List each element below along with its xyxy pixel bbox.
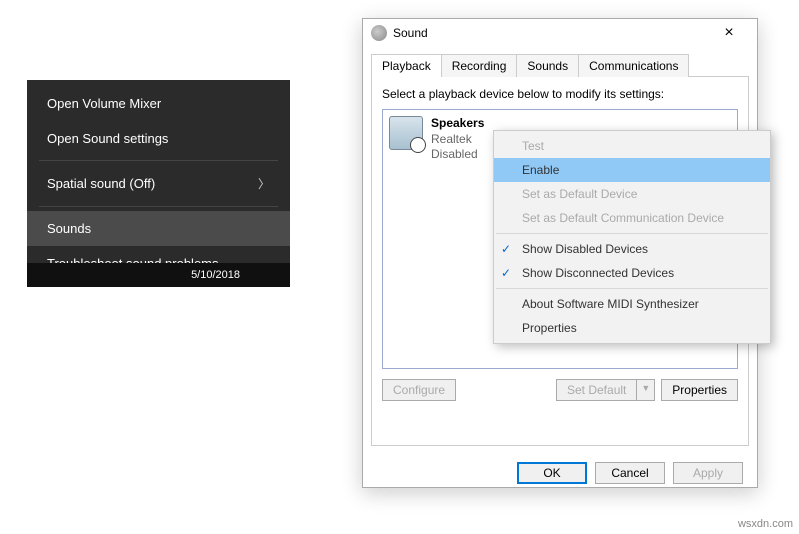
chevron-down-icon[interactable]: ▼: [637, 379, 655, 401]
check-icon: ✓: [501, 242, 511, 256]
ctx-open-volume-mixer[interactable]: Open Volume Mixer: [27, 86, 290, 121]
watermark: wsxdn.com: [738, 518, 793, 530]
menu-set-default-comm[interactable]: Set as Default Communication Device: [494, 206, 770, 230]
tab-playback[interactable]: Playback: [371, 54, 442, 77]
device-name: Speakers: [431, 116, 484, 132]
ok-button[interactable]: OK: [517, 462, 587, 484]
cancel-button[interactable]: Cancel: [595, 462, 665, 484]
taskbar-fragment: 5/10/2018: [27, 263, 290, 287]
configure-button[interactable]: Configure: [382, 379, 456, 401]
chevron-right-icon: 〉: [258, 175, 270, 192]
device-text: Speakers Realtek Disabled: [431, 116, 484, 163]
ctx-open-sound-settings[interactable]: Open Sound settings: [27, 121, 290, 156]
device-status: Disabled: [431, 147, 484, 163]
apply-button[interactable]: Apply: [673, 462, 743, 484]
separator: [39, 206, 278, 207]
check-icon: ✓: [501, 266, 511, 280]
menu-properties[interactable]: Properties: [494, 316, 770, 340]
ctx-spatial-sound[interactable]: Spatial sound (Off) 〉: [27, 165, 290, 202]
titlebar: Sound ×: [363, 19, 757, 47]
separator: [39, 160, 278, 161]
menu-set-default[interactable]: Set as Default Device: [494, 182, 770, 206]
label: Sounds: [47, 221, 91, 236]
label: Spatial sound (Off): [47, 176, 155, 191]
speaker-icon: [389, 116, 423, 150]
device-driver: Realtek: [431, 132, 484, 148]
menu-show-disabled[interactable]: ✓ Show Disabled Devices: [494, 237, 770, 261]
label: Open Sound settings: [47, 131, 168, 146]
sound-icon: [371, 25, 387, 41]
tabstrip: Playback Recording Sounds Communications: [371, 53, 749, 76]
menu-about-midi[interactable]: About Software MIDI Synthesizer: [494, 292, 770, 316]
tab-sounds[interactable]: Sounds: [516, 54, 579, 77]
panel-buttons: Configure Set Default ▼ Properties: [382, 379, 738, 401]
menu-test[interactable]: Test: [494, 134, 770, 158]
menu-enable[interactable]: Enable: [494, 158, 770, 182]
dialog-footer: OK Cancel Apply: [363, 454, 757, 498]
ctx-sounds[interactable]: Sounds: [27, 211, 290, 246]
label: Show Disconnected Devices: [522, 266, 674, 280]
menu-show-disconnected[interactable]: ✓ Show Disconnected Devices: [494, 261, 770, 285]
device-context-menu: Test Enable Set as Default Device Set as…: [493, 130, 771, 344]
set-default-button[interactable]: Set Default ▼: [556, 379, 655, 401]
taskbar-date: 5/10/2018: [191, 269, 240, 281]
window-title: Sound: [393, 26, 709, 40]
close-button[interactable]: ×: [709, 24, 749, 42]
label: Open Volume Mixer: [47, 96, 161, 111]
set-default-label: Set Default: [556, 379, 637, 401]
separator: [496, 233, 768, 234]
separator: [496, 288, 768, 289]
instruction-text: Select a playback device below to modify…: [382, 87, 738, 101]
properties-button[interactable]: Properties: [661, 379, 738, 401]
label: Show Disabled Devices: [522, 242, 648, 256]
tab-communications[interactable]: Communications: [578, 54, 689, 77]
tab-recording[interactable]: Recording: [441, 54, 518, 77]
volume-tray-context-menu: Open Volume Mixer Open Sound settings Sp…: [27, 80, 290, 287]
